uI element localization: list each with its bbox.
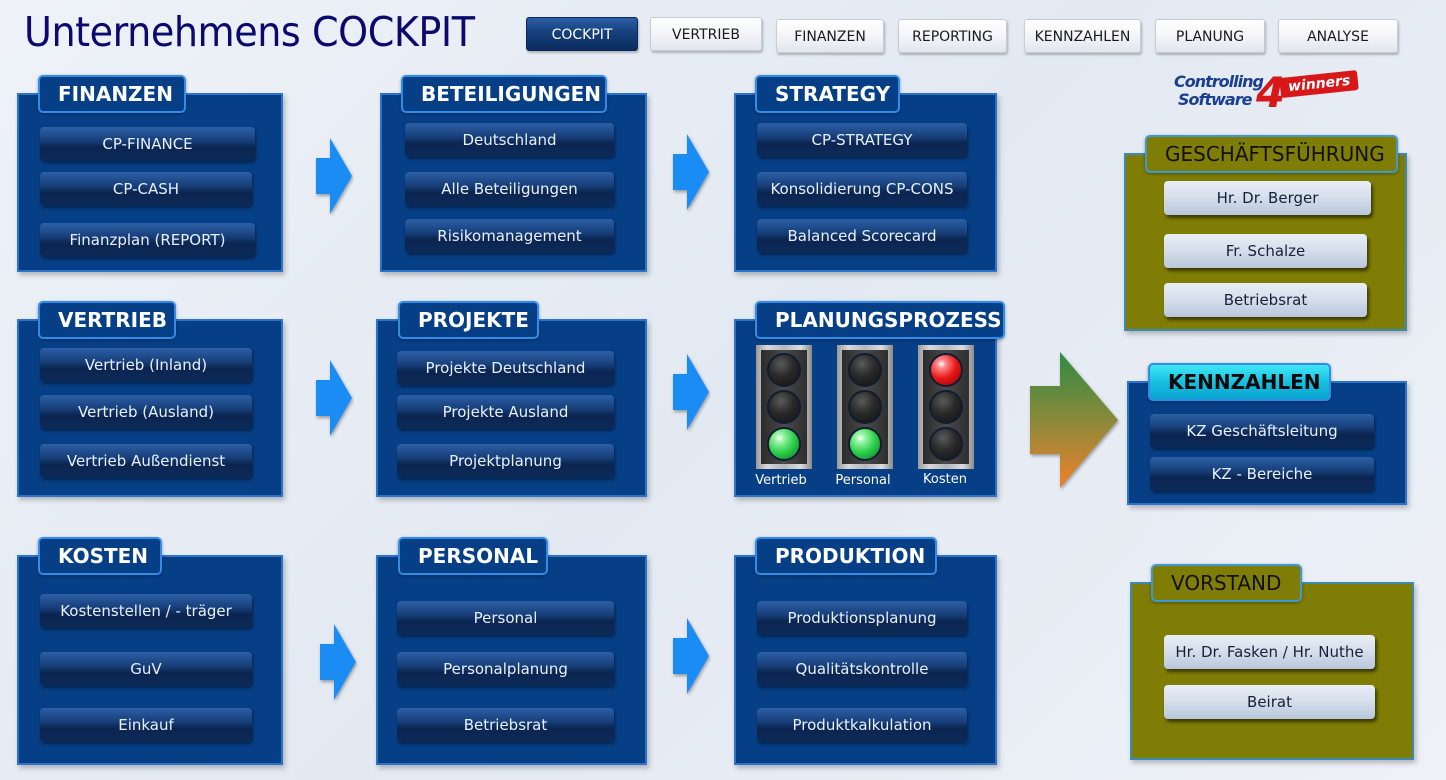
nav-finanzen-button[interactable]: FINANZEN	[776, 19, 884, 53]
kz-geschaeftsleitung-button[interactable]: KZ Geschäftsleitung	[1150, 414, 1374, 448]
panel-beteiligungen-title: BETEILIGUNGEN	[401, 75, 607, 113]
projekte-ausland-button[interactable]: Projekte Ausland	[397, 395, 614, 429]
panel-geschaeftsfuehrung-title: GESCHÄFTSFÜHRUNG	[1145, 135, 1398, 173]
vertrieb-ausland-button[interactable]: Vertrieb (Ausland)	[40, 395, 252, 429]
big-arrow-right-icon	[1030, 352, 1118, 488]
hr-dr-berger-button[interactable]: Hr. Dr. Berger	[1164, 181, 1371, 215]
personalplanung-button[interactable]: Personalplanung	[397, 652, 614, 686]
panel-vorstand-title: VORSTAND	[1151, 564, 1302, 602]
vertrieb-inland-button[interactable]: Vertrieb (Inland)	[40, 348, 252, 382]
logo-line2: Software	[1178, 90, 1252, 109]
lamp-red-icon	[929, 353, 963, 388]
panel-planungsprozess-title: PLANUNGSPROZESS	[755, 301, 1005, 339]
projektplanung-button[interactable]: Projektplanung	[397, 444, 614, 478]
finanzplan-report-button[interactable]: Finanzplan (REPORT)	[40, 223, 255, 257]
nav-planung-button[interactable]: PLANUNG	[1155, 19, 1265, 53]
beirat-button[interactable]: Beirat	[1164, 685, 1375, 719]
konsolidierung-cp-cons-button[interactable]: Konsolidierung CP-CONS	[757, 172, 967, 206]
lamp-green-icon	[848, 426, 882, 461]
lamp-off-icon	[848, 353, 882, 388]
lamp-off-icon	[929, 389, 963, 424]
betriebsrat-personal-button[interactable]: Betriebsrat	[397, 708, 614, 742]
nav-analyse-button[interactable]: ANALYSE	[1278, 19, 1398, 53]
arrow-right-icon	[673, 354, 709, 430]
deutschland-button[interactable]: Deutschland	[405, 123, 614, 157]
kostenstellen-traeger-button[interactable]: Kostenstellen / - träger	[40, 594, 252, 628]
traffic-light-kosten-label: Kosten	[923, 472, 967, 487]
vertrieb-aussendienst-button[interactable]: Vertrieb Außendienst	[40, 444, 252, 478]
balanced-scorecard-button[interactable]: Balanced Scorecard	[757, 219, 967, 253]
produktionsplanung-button[interactable]: Produktionsplanung	[757, 601, 967, 635]
kz-bereiche-button[interactable]: KZ - Bereiche	[1150, 457, 1374, 491]
nav-reporting-button[interactable]: REPORTING	[898, 19, 1007, 53]
traffic-light-personal-label: Personal	[835, 473, 891, 488]
panel-vorstand	[1130, 582, 1414, 760]
panel-kosten-title: KOSTEN	[38, 537, 162, 575]
fr-schalze-button[interactable]: Fr. Schalze	[1164, 234, 1367, 268]
projekte-deutschland-button[interactable]: Projekte Deutschland	[397, 351, 614, 385]
cp-strategy-button[interactable]: CP-STRATEGY	[757, 123, 967, 157]
page-title: Unternehmens COCKPIT	[24, 8, 475, 56]
lamp-off-icon	[767, 389, 801, 424]
arrow-right-icon	[316, 360, 352, 436]
panel-projekte-title: PROJEKTE	[398, 301, 539, 339]
nav-kennzahlen-button[interactable]: KENNZAHLEN	[1024, 19, 1141, 53]
arrow-right-icon	[673, 618, 709, 694]
qualitaetskontrolle-button[interactable]: Qualitätskontrolle	[757, 652, 967, 686]
alle-beteiligungen-button[interactable]: Alle Beteiligungen	[405, 172, 614, 206]
panel-vertrieb-title: VERTRIEB	[38, 301, 176, 339]
traffic-light-vertrieb	[756, 345, 812, 469]
lamp-green-icon	[767, 426, 801, 461]
panel-finanzen-title: FINANZEN	[38, 75, 186, 113]
cp-finance-button[interactable]: CP-FINANCE	[40, 127, 255, 161]
produktkalkulation-button[interactable]: Produktkalkulation	[757, 708, 967, 742]
panel-produktion-title: PRODUKTION	[755, 537, 937, 575]
lamp-off-icon	[929, 426, 963, 461]
traffic-light-kosten	[918, 345, 974, 469]
hr-dr-fasken-nuthe-button[interactable]: Hr. Dr. Fasken / Hr. Nuthe	[1164, 635, 1375, 669]
betriebsrat-gf-button[interactable]: Betriebsrat	[1164, 283, 1367, 317]
panel-personal-title: PERSONAL	[398, 537, 548, 575]
cp-cash-button[interactable]: CP-CASH	[40, 172, 252, 206]
risikomanagement-button[interactable]: Risikomanagement	[405, 219, 614, 253]
arrow-right-icon	[673, 134, 709, 210]
lamp-off-icon	[848, 389, 882, 424]
traffic-light-vertrieb-label: Vertrieb	[755, 473, 807, 488]
einkauf-button[interactable]: Einkauf	[40, 708, 252, 742]
arrow-right-icon	[320, 624, 356, 700]
traffic-light-personal	[837, 345, 893, 469]
logo-badge: winners	[1279, 69, 1360, 99]
company-logo: Controlling Software 4 winners	[1172, 68, 1360, 120]
panel-kennzahlen-title: KENNZAHLEN	[1148, 363, 1331, 401]
guv-button[interactable]: GuV	[40, 652, 252, 686]
nav-vertrieb-button[interactable]: VERTRIEB	[650, 17, 762, 51]
lamp-off-icon	[767, 353, 801, 388]
panel-strategy-title: STRATEGY	[755, 75, 900, 113]
arrow-right-icon	[316, 138, 352, 214]
logo-line1: Controlling	[1174, 72, 1264, 91]
nav-cockpit-button[interactable]: COCKPIT	[526, 17, 638, 51]
personal-button[interactable]: Personal	[397, 601, 614, 635]
